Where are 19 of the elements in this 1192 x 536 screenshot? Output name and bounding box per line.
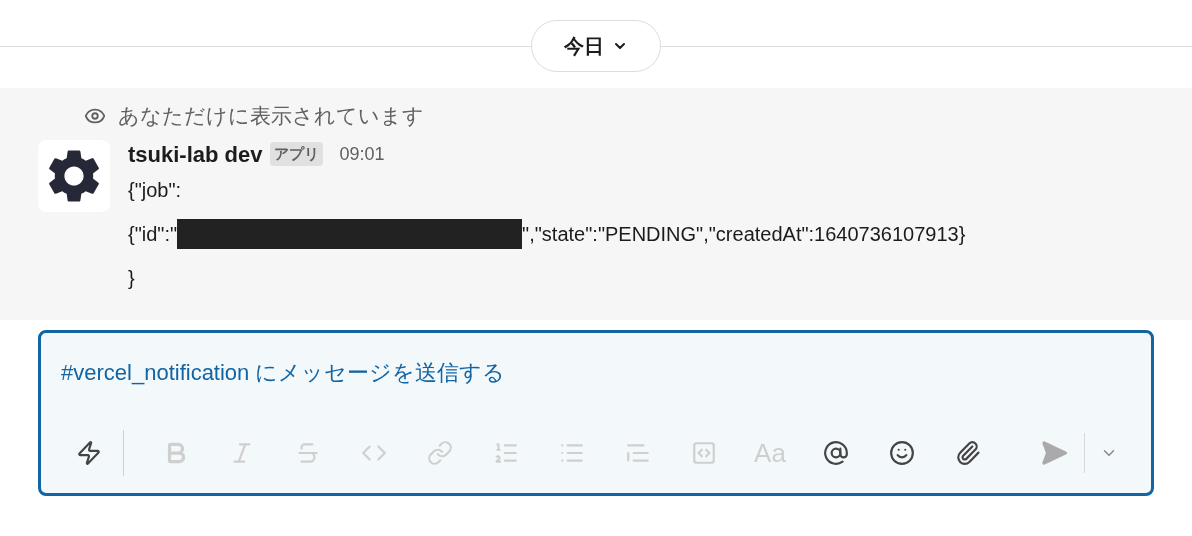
- emoji-icon: [889, 440, 915, 466]
- link-icon: [427, 440, 453, 466]
- timestamp[interactable]: 09:01: [339, 140, 385, 168]
- sender-name[interactable]: tsuki-lab dev: [128, 137, 263, 171]
- mention-icon: [823, 440, 849, 466]
- code-block-icon: [691, 440, 717, 466]
- visibility-note: あなただけに表示されています: [118, 103, 424, 130]
- app-badge: アプリ: [270, 141, 324, 167]
- message-text: ","state":"PENDING","createdAt":1640736107913}: [522, 222, 966, 247]
- date-pill[interactable]: 今日: [531, 20, 661, 72]
- strikethrough-icon: [295, 440, 321, 466]
- numbered-list-icon: [493, 440, 519, 466]
- message-text: {"id":": [128, 222, 178, 247]
- lightning-icon: [76, 440, 102, 466]
- message-field[interactable]: #vercel_notification にメッセージを送信する: [61, 353, 1131, 393]
- message-text: {"job":: [128, 178, 182, 203]
- paperclip-icon: [955, 440, 981, 466]
- send-icon: [1040, 439, 1068, 467]
- message-text: }: [128, 266, 135, 291]
